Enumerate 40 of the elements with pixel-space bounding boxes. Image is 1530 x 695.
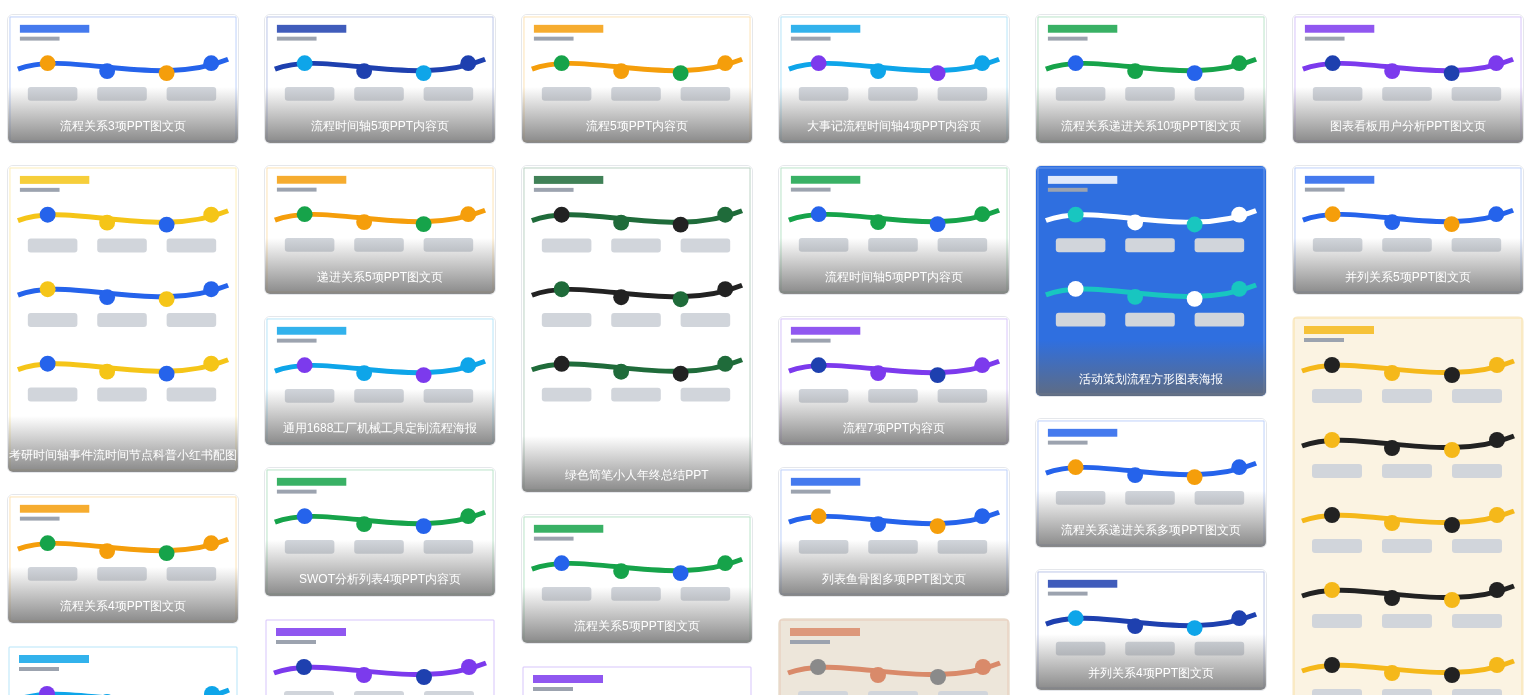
template-card[interactable]: 并列关系4项PPT图文页: [1035, 569, 1267, 691]
template-card[interactable]: 递进关系5项PPT图文页: [264, 165, 496, 295]
template-card[interactable]: 流程关系递进关系多项PPT图文页: [1035, 418, 1267, 548]
template-card[interactable]: 流程时间轴5项PPT内容页: [264, 14, 496, 144]
card-caption: SWOT分析列表4项PPT内容页: [299, 571, 461, 587]
card-caption: 考研时间轴事件流时间节点科普小红书配图: [9, 447, 237, 463]
template-card[interactable]: 流程时间轴5项PPT内容页: [778, 165, 1010, 295]
card-caption: 并列关系4项PPT图文页: [1088, 665, 1214, 681]
template-card[interactable]: 流程关系4项PPT图文页: [7, 494, 239, 624]
card-caption: 列表鱼骨图多项PPT图文页: [822, 571, 966, 587]
template-card[interactable]: SWOT分析列表4项PPT内容页: [264, 467, 496, 597]
card-caption: 流程关系4项PPT图文页: [60, 598, 186, 614]
card-caption: 绿色简笔小人年终总结PPT: [565, 467, 709, 483]
template-card[interactable]: 流程关系5项PPT图文页: [521, 514, 753, 644]
card-caption: 并列关系5项PPT图文页: [1345, 269, 1471, 285]
card-caption: 流程关系递进关系多项PPT图文页: [1061, 522, 1241, 538]
card-caption: 流程关系递进关系10项PPT图文页: [1060, 118, 1242, 134]
template-card[interactable]: 列表鱼骨图多项PPT图文页: [778, 467, 1010, 597]
template-card[interactable]: 通用1688工厂机械工具定制流程海报: [264, 316, 496, 446]
card-caption: 流程时间轴5项PPT内容页: [825, 269, 963, 285]
card-caption: 流程关系3项PPT图文页: [60, 118, 186, 134]
card-caption: 递进关系5项PPT图文页: [317, 269, 443, 285]
card-caption: 通用1688工厂机械工具定制流程海报: [282, 420, 478, 436]
template-card[interactable]: 并列关系5项PPT图文页: [1292, 165, 1524, 295]
card-caption: 流程7项PPT内容页: [843, 420, 945, 436]
template-card[interactable]: 考研时间轴事件流时间节点科普小红书配图: [7, 165, 239, 473]
template-card[interactable]: 流程5项PPT内容页: [521, 14, 753, 144]
template-card[interactable]: 图表看板用户分析PPT图文页: [1292, 14, 1524, 144]
card-caption: 活动策划流程方形图表海报: [1079, 371, 1223, 387]
card-caption: 图表看板用户分析PPT图文页: [1330, 118, 1486, 134]
template-card[interactable]: 活动策划流程方形图表海报: [1035, 165, 1267, 397]
card-caption: 流程关系5项PPT图文页: [574, 618, 700, 634]
template-card[interactable]: 大事记流程时间轴4项PPT内容页: [778, 14, 1010, 144]
card-caption: 流程5项PPT内容页: [586, 118, 688, 134]
template-card[interactable]: 流程7项PPT内容页: [778, 316, 1010, 446]
card-caption: 流程时间轴5项PPT内容页: [311, 118, 449, 134]
template-card[interactable]: 流程关系3项PPT图文页: [7, 14, 239, 144]
template-card[interactable]: 流程关系递进关系10项PPT图文页: [1035, 14, 1267, 144]
template-card[interactable]: 绿色简笔小人年终总结PPT: [521, 165, 753, 493]
card-caption: 大事记流程时间轴4项PPT内容页: [807, 118, 981, 134]
